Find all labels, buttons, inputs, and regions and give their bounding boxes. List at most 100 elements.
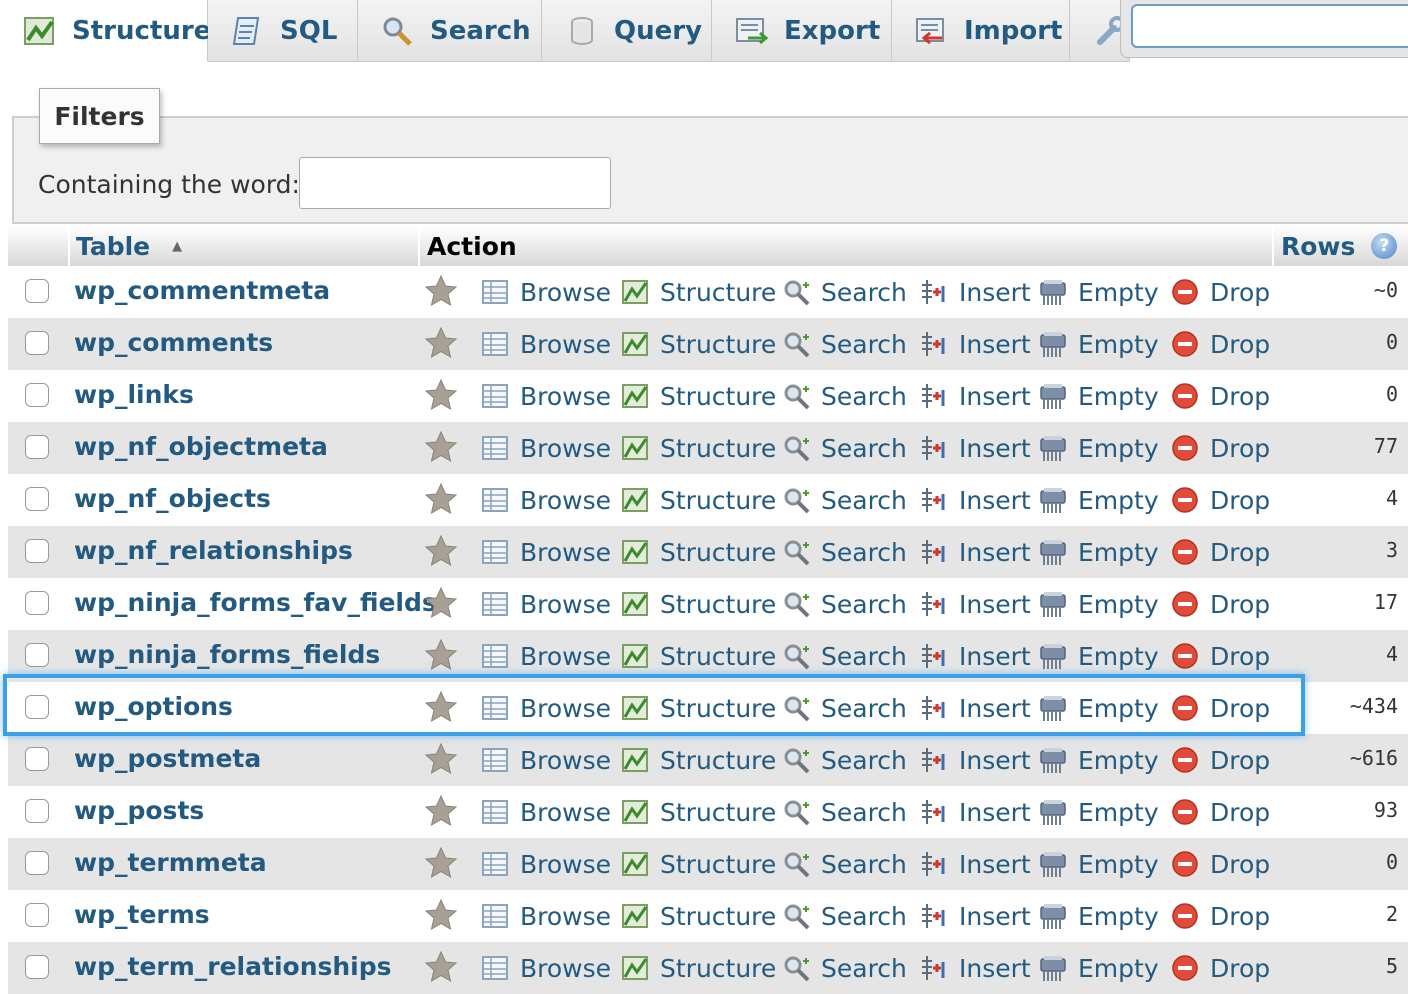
structure-action[interactable]: Structure xyxy=(620,734,776,786)
help-icon[interactable]: ? xyxy=(1371,233,1398,259)
empty-action[interactable]: Empty xyxy=(1038,370,1159,422)
insert-action[interactable]: Insert xyxy=(919,786,1031,838)
insert-action[interactable]: Insert xyxy=(919,942,1031,994)
star-icon[interactable] xyxy=(424,378,458,412)
drop-action[interactable]: Drop xyxy=(1170,578,1270,630)
insert-action[interactable]: Insert xyxy=(919,266,1031,318)
tab-export[interactable]: Export xyxy=(712,0,892,62)
insert-action[interactable]: Insert xyxy=(919,630,1031,682)
row-checkbox[interactable] xyxy=(25,383,49,407)
empty-action[interactable]: Empty xyxy=(1038,526,1159,578)
search-action[interactable]: Search xyxy=(781,630,907,682)
drop-action[interactable]: Drop xyxy=(1170,838,1270,890)
quick-search-input[interactable] xyxy=(1131,4,1408,48)
structure-action[interactable]: Structure xyxy=(620,630,776,682)
table-name-link[interactable]: wp_ninja_forms_fav_fields xyxy=(74,588,437,617)
empty-action[interactable]: Empty xyxy=(1038,630,1159,682)
structure-action[interactable]: Structure xyxy=(620,838,776,890)
drop-action[interactable]: Drop xyxy=(1170,370,1270,422)
table-name-link[interactable]: wp_options xyxy=(74,692,233,721)
table-name-link[interactable]: wp_comments xyxy=(74,328,273,357)
empty-action[interactable]: Empty xyxy=(1038,890,1159,942)
insert-action[interactable]: Insert xyxy=(919,422,1031,474)
star-icon[interactable] xyxy=(424,482,458,516)
empty-action[interactable]: Empty xyxy=(1038,682,1159,734)
insert-action[interactable]: Insert xyxy=(919,838,1031,890)
empty-action[interactable]: Empty xyxy=(1038,422,1159,474)
insert-action[interactable]: Insert xyxy=(919,370,1031,422)
filters-legend[interactable]: Filters xyxy=(39,88,160,144)
table-name-link[interactable]: wp_ninja_forms_fields xyxy=(74,640,380,669)
star-icon[interactable] xyxy=(424,794,458,828)
drop-action[interactable]: Drop xyxy=(1170,682,1270,734)
browse-action[interactable]: Browse xyxy=(480,578,611,630)
insert-action[interactable]: Insert xyxy=(919,526,1031,578)
insert-action[interactable]: Insert xyxy=(919,890,1031,942)
structure-action[interactable]: Structure xyxy=(620,422,776,474)
search-action[interactable]: Search xyxy=(781,474,907,526)
browse-action[interactable]: Browse xyxy=(480,786,611,838)
row-checkbox[interactable] xyxy=(25,643,49,667)
table-name-link[interactable]: wp_links xyxy=(74,380,194,409)
browse-action[interactable]: Browse xyxy=(480,266,611,318)
star-icon[interactable] xyxy=(424,638,458,672)
browse-action[interactable]: Browse xyxy=(480,734,611,786)
structure-action[interactable]: Structure xyxy=(620,786,776,838)
search-action[interactable]: Search xyxy=(781,786,907,838)
tab-query[interactable]: Query xyxy=(542,0,712,62)
star-icon[interactable] xyxy=(424,846,458,880)
drop-action[interactable]: Drop xyxy=(1170,422,1270,474)
search-action[interactable]: Search xyxy=(781,734,907,786)
table-name-link[interactable]: wp_posts xyxy=(74,796,204,825)
empty-action[interactable]: Empty xyxy=(1038,578,1159,630)
drop-action[interactable]: Drop xyxy=(1170,526,1270,578)
tab-import[interactable]: Import xyxy=(892,0,1070,62)
header-table[interactable]: Table ▲ xyxy=(70,226,420,266)
empty-action[interactable]: Empty xyxy=(1038,786,1159,838)
drop-action[interactable]: Drop xyxy=(1170,942,1270,994)
search-action[interactable]: Search xyxy=(781,422,907,474)
star-icon[interactable] xyxy=(424,430,458,464)
star-icon[interactable] xyxy=(424,586,458,620)
insert-action[interactable]: Insert xyxy=(919,318,1031,370)
tab-search[interactable]: Search xyxy=(358,0,542,62)
insert-action[interactable]: Insert xyxy=(919,682,1031,734)
drop-action[interactable]: Drop xyxy=(1170,734,1270,786)
structure-action[interactable]: Structure xyxy=(620,682,776,734)
star-icon[interactable] xyxy=(424,326,458,360)
structure-action[interactable]: Structure xyxy=(620,318,776,370)
drop-action[interactable]: Drop xyxy=(1170,266,1270,318)
insert-action[interactable]: Insert xyxy=(919,578,1031,630)
tab-structure[interactable]: Structure xyxy=(0,0,211,62)
star-icon[interactable] xyxy=(424,742,458,776)
table-name-link[interactable]: wp_nf_objectmeta xyxy=(74,432,328,461)
star-icon[interactable] xyxy=(424,534,458,568)
structure-action[interactable]: Structure xyxy=(620,370,776,422)
table-name-link[interactable]: wp_nf_objects xyxy=(74,484,271,513)
row-checkbox[interactable] xyxy=(25,279,49,303)
row-checkbox[interactable] xyxy=(25,435,49,459)
row-checkbox[interactable] xyxy=(25,747,49,771)
browse-action[interactable]: Browse xyxy=(480,526,611,578)
row-checkbox[interactable] xyxy=(25,695,49,719)
browse-action[interactable]: Browse xyxy=(480,474,611,526)
drop-action[interactable]: Drop xyxy=(1170,890,1270,942)
row-checkbox[interactable] xyxy=(25,903,49,927)
search-action[interactable]: Search xyxy=(781,578,907,630)
table-name-link[interactable]: wp_commentmeta xyxy=(74,276,330,305)
insert-action[interactable]: Insert xyxy=(919,474,1031,526)
star-icon[interactable] xyxy=(424,898,458,932)
structure-action[interactable]: Structure xyxy=(620,942,776,994)
star-icon[interactable] xyxy=(424,274,458,308)
empty-action[interactable]: Empty xyxy=(1038,942,1159,994)
browse-action[interactable]: Browse xyxy=(480,318,611,370)
structure-action[interactable]: Structure xyxy=(620,266,776,318)
insert-action[interactable]: Insert xyxy=(919,734,1031,786)
filter-word-input[interactable] xyxy=(299,157,611,209)
table-name-link[interactable]: wp_postmeta xyxy=(74,744,261,773)
drop-action[interactable]: Drop xyxy=(1170,630,1270,682)
browse-action[interactable]: Browse xyxy=(480,370,611,422)
browse-action[interactable]: Browse xyxy=(480,890,611,942)
drop-action[interactable]: Drop xyxy=(1170,318,1270,370)
drop-action[interactable]: Drop xyxy=(1170,474,1270,526)
